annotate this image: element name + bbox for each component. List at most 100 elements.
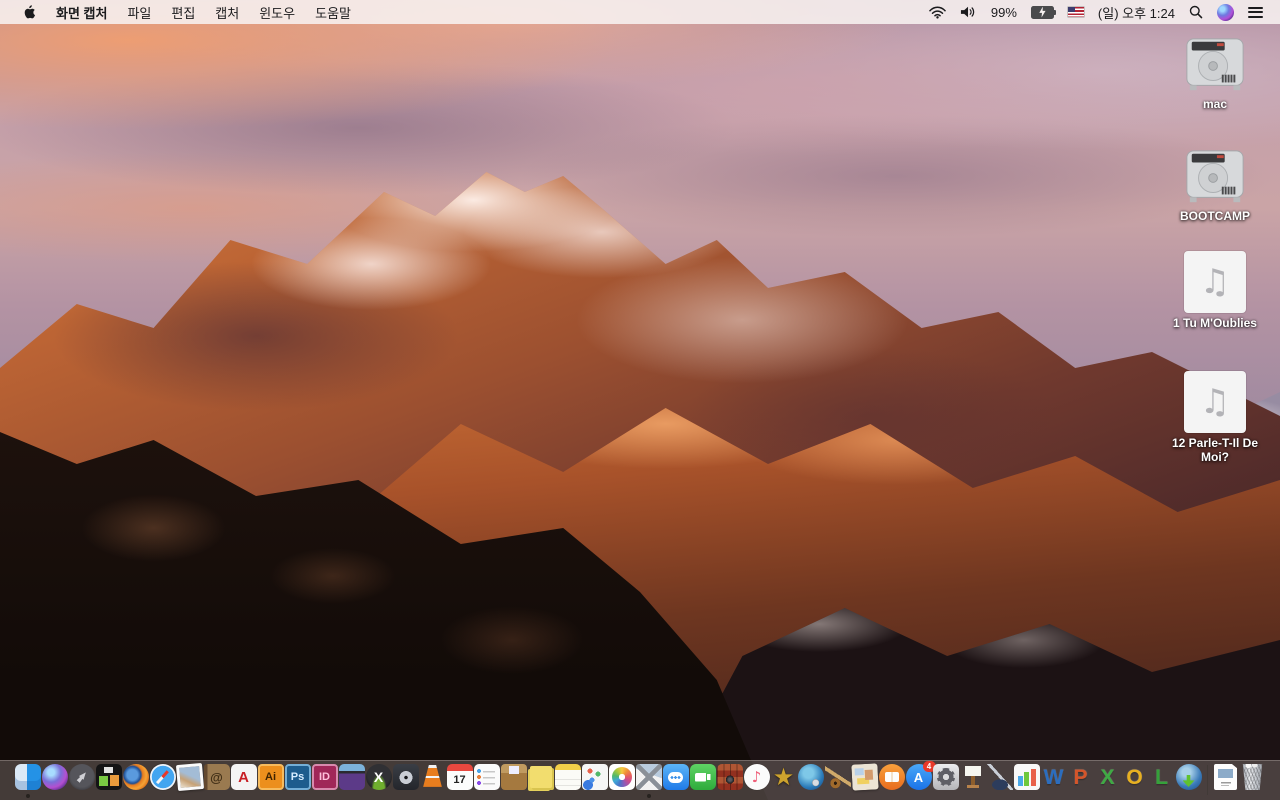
dock-icon-reminders[interactable] bbox=[473, 764, 500, 800]
launchpad-icon bbox=[68, 764, 95, 790]
dock-icon-launchpad[interactable] bbox=[68, 764, 95, 800]
menu-bar-clock[interactable]: (일) 오후 1:24 bbox=[1091, 3, 1182, 22]
volume-menu-item[interactable] bbox=[953, 5, 984, 19]
dock-icon-pages[interactable] bbox=[986, 764, 1013, 800]
dock-icon-imovie[interactable]: ★ bbox=[771, 764, 797, 800]
charging-bolt-icon bbox=[1039, 6, 1046, 18]
dock-icon-toast[interactable] bbox=[338, 764, 365, 800]
menu-window[interactable]: 윈도우 bbox=[249, 3, 305, 22]
menu-help[interactable]: 도움말 bbox=[305, 3, 361, 22]
dock-icon-media-player[interactable] bbox=[797, 764, 824, 800]
pages-icon bbox=[986, 764, 1013, 790]
apple-menu[interactable] bbox=[12, 4, 46, 21]
notification-list-icon bbox=[1248, 6, 1263, 18]
dock-icon-unarchiver[interactable] bbox=[500, 764, 527, 800]
imovie-icon: ★ bbox=[772, 763, 795, 791]
dock-icon-grab[interactable] bbox=[635, 764, 662, 800]
input-source-menu-item[interactable] bbox=[1061, 7, 1091, 17]
wallpaper bbox=[0, 0, 1280, 800]
dock-icon-word[interactable]: W bbox=[1041, 764, 1067, 800]
notes-icon bbox=[554, 764, 581, 790]
dock-icon-sys-prefs[interactable] bbox=[932, 764, 959, 800]
music-note-icon: ♫ bbox=[1199, 382, 1231, 422]
spotlight-menu-item[interactable] bbox=[1182, 5, 1210, 19]
dock-icon-lync[interactable]: L bbox=[1149, 764, 1175, 800]
dock-icon-finder[interactable] bbox=[14, 764, 41, 800]
dock-icon-outlook[interactable]: O bbox=[1122, 764, 1148, 800]
dock-icon-preview[interactable] bbox=[175, 762, 204, 800]
desktop-icon-music-1[interactable]: ♫ 1 Tu M'Oublies bbox=[1165, 251, 1265, 330]
photos-icon bbox=[608, 764, 635, 790]
apple-logo-icon bbox=[24, 4, 36, 18]
dock-icon-vlc[interactable] bbox=[420, 764, 446, 800]
dock-icon-acrobat[interactable]: A bbox=[230, 764, 257, 800]
dock-icon-photos[interactable] bbox=[608, 764, 635, 800]
dock-divider bbox=[1206, 765, 1208, 795]
battery-percent[interactable]: 99% bbox=[984, 5, 1024, 20]
menu-capture[interactable]: 캡처 bbox=[205, 3, 249, 22]
xld-icon: X bbox=[365, 764, 392, 790]
dock-icon-excel[interactable]: X bbox=[1095, 764, 1121, 800]
dock-icon-photo-booth[interactable] bbox=[716, 764, 743, 800]
dock-icon-document[interactable] bbox=[1213, 764, 1239, 800]
volume-icon bbox=[960, 6, 975, 18]
desktop-icon-mac[interactable]: mac bbox=[1165, 36, 1265, 111]
menu-edit[interactable]: 편집 bbox=[161, 3, 205, 22]
word-icon: W bbox=[1043, 765, 1064, 789]
wifi-menu-item[interactable] bbox=[922, 5, 953, 19]
dock-icon-itunes[interactable]: ♪ bbox=[743, 764, 770, 800]
dock-icon-garageband[interactable] bbox=[824, 764, 851, 800]
menu-file[interactable]: 파일 bbox=[117, 3, 161, 22]
powerpoint-icon: P bbox=[1073, 765, 1088, 789]
dock-icon-mission-control[interactable] bbox=[95, 764, 122, 800]
stickies-icon bbox=[529, 766, 552, 788]
toast-icon bbox=[338, 764, 365, 790]
app-menu-title[interactable]: 화면 캡처 bbox=[46, 3, 117, 22]
dock-icon-downloader[interactable] bbox=[1175, 764, 1202, 800]
photo-booth-icon bbox=[716, 764, 743, 790]
dock-icon-disk-tool[interactable] bbox=[392, 764, 419, 800]
doc-reader-icon bbox=[581, 764, 608, 790]
notification-center-menu-item[interactable] bbox=[1241, 6, 1270, 18]
indesign-icon: ID bbox=[311, 764, 338, 790]
dock-icon-keynote[interactable] bbox=[959, 764, 986, 800]
keynote-icon bbox=[959, 764, 986, 790]
dock-icon-illustrator[interactable]: Ai bbox=[257, 764, 284, 800]
numbers-icon bbox=[1013, 764, 1040, 790]
dock-icon-calendar[interactable]: 17 bbox=[446, 764, 473, 800]
itunes-icon: ♪ bbox=[743, 764, 770, 790]
desktop-icon-bootcamp[interactable]: BOOTCAMP bbox=[1165, 148, 1265, 223]
dock: @ A Ai Ps ID X 17 ♪ ★ A 4 W P X O L bbox=[0, 760, 1280, 800]
trash-icon bbox=[1242, 764, 1263, 790]
dock-icon-app-store[interactable]: A4 bbox=[905, 761, 936, 800]
dock-icon-siri[interactable] bbox=[41, 764, 68, 800]
dock-icon-contacts[interactable]: @ bbox=[203, 764, 230, 800]
siri-menu-item[interactable] bbox=[1210, 3, 1241, 21]
desktop-icon-label: mac bbox=[1202, 97, 1228, 111]
battery-menu-item[interactable] bbox=[1024, 5, 1061, 19]
dock-icon-numbers[interactable] bbox=[1013, 764, 1040, 800]
dock-icon-collage[interactable] bbox=[850, 763, 879, 800]
dock-icon-photoshop[interactable]: Ps bbox=[284, 764, 311, 800]
document-icon bbox=[1214, 764, 1237, 790]
dock-icon-ibooks[interactable] bbox=[878, 764, 905, 800]
dock-icon-xld[interactable]: X bbox=[365, 764, 392, 800]
desktop-icon-music-2[interactable]: ♫ 12 Parle-T-Il De Moi? bbox=[1165, 371, 1265, 464]
dock-icon-firefox[interactable] bbox=[122, 764, 149, 800]
dock-icon-notes[interactable] bbox=[554, 764, 581, 800]
grab-icon bbox=[635, 764, 662, 790]
siri-icon bbox=[41, 764, 68, 790]
dock-icon-safari[interactable] bbox=[149, 764, 176, 800]
downloader-icon bbox=[1175, 764, 1202, 790]
dock-icon-stickies[interactable] bbox=[528, 764, 554, 800]
photoshop-icon: Ps bbox=[284, 764, 311, 790]
safari-icon bbox=[149, 764, 176, 790]
dock-icon-trash[interactable] bbox=[1240, 764, 1266, 800]
dock-icon-powerpoint[interactable]: P bbox=[1068, 764, 1094, 800]
menu-bar: 화면 캡처 파일 편집 캡처 윈도우 도움말 99% (일) 오후 1:24 bbox=[0, 0, 1280, 24]
dock-icon-indesign[interactable]: ID bbox=[311, 764, 338, 800]
dock-icon-facetime[interactable] bbox=[689, 764, 716, 800]
dock-icon-messages[interactable] bbox=[662, 764, 689, 800]
dock-icon-doc-reader[interactable] bbox=[581, 764, 608, 800]
desktop-icon-label: 12 Parle-T-Il De Moi? bbox=[1171, 436, 1259, 464]
